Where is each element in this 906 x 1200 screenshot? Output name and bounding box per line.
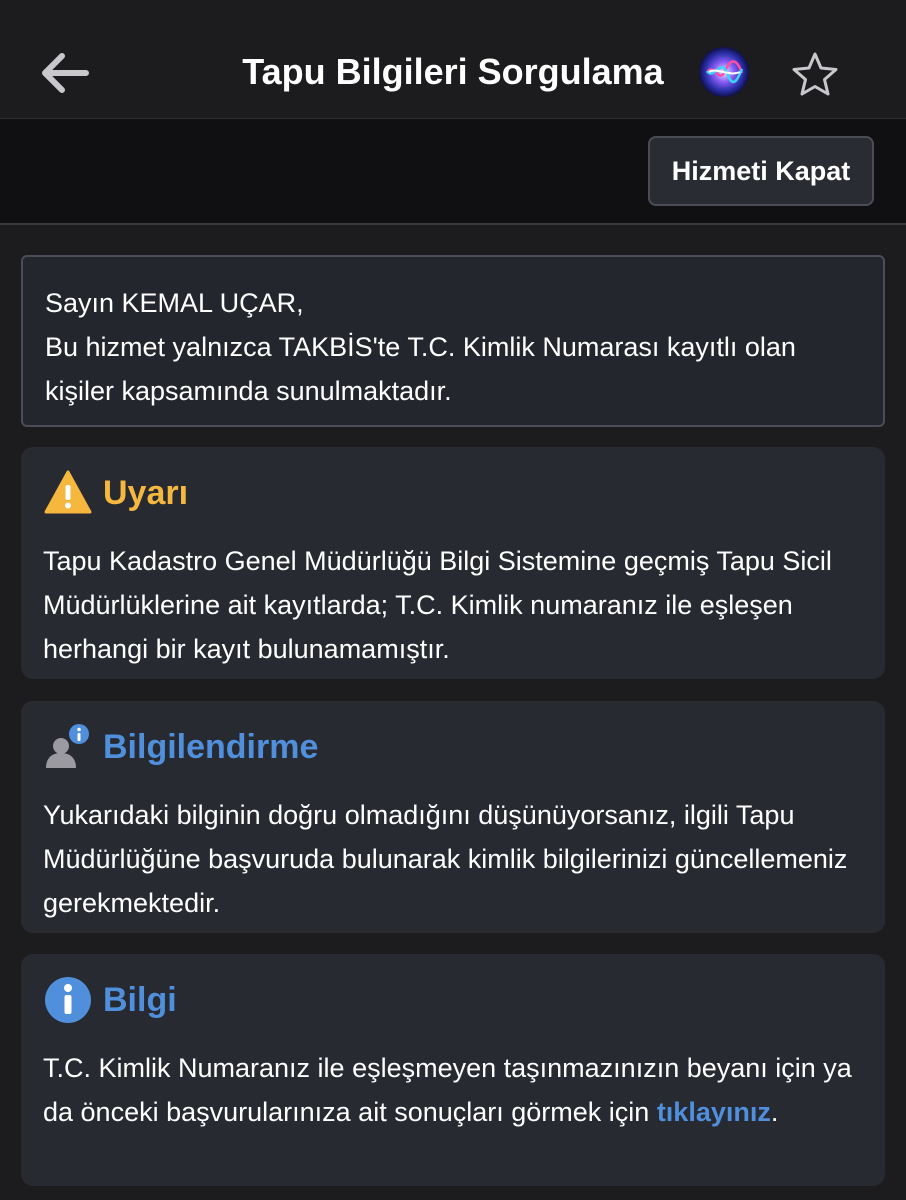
content-area: Sayın KEMAL UÇAR, Bu hizmet yalnızca TAK… [0,225,906,1200]
siri-icon[interactable] [699,47,749,97]
info-card: Bilgi T.C. Kimlik Numaranız ile eşleşmey… [21,954,885,1186]
greeting-box: Sayın KEMAL UÇAR, Bu hizmet yalnızca TAK… [21,255,885,427]
page-title: Tapu Bilgileri Sorgulama [242,51,664,92]
notice-title: Bilgilendirme [103,728,319,766]
user-info-icon [46,724,89,768]
greeting-message: Bu hizmet yalnızca TAKBİS'te T.C. Kimlik… [45,332,796,406]
click-here-link[interactable]: tıklayınız [657,1097,771,1127]
greeting-salutation: Sayın KEMAL UÇAR, [45,288,304,318]
top-navigation-bar: Tapu Bilgileri Sorgulama [0,0,906,119]
notice-card: Bilgilendirme Yukarıdaki bilginin doğru … [21,701,885,933]
info-circle-icon [45,977,91,1023]
close-service-button[interactable]: Hizmeti Kapat [648,136,874,206]
favorite-button[interactable] [790,50,840,100]
notice-text: Yukarıdaki bilginin doğru olmadığını düş… [43,800,848,918]
back-button[interactable] [38,50,92,96]
warning-card: Uyarı Tapu Kadastro Genel Müdürlüğü Bilg… [21,447,885,679]
info-text-suffix: . [770,1097,779,1127]
info-text: T.C. Kimlik Numaranız ile eşleşmeyen taş… [43,1046,863,1134]
warning-triangle-icon [44,470,92,514]
warning-text: Tapu Kadastro Genel Müdürlüğü Bilgi Sist… [43,546,832,664]
star-outline-icon [792,52,838,96]
action-bar: Hizmeti Kapat [0,119,906,225]
info-title: Bilgi [103,981,177,1019]
back-arrow-icon [42,53,89,93]
warning-title: Uyarı [103,474,189,512]
